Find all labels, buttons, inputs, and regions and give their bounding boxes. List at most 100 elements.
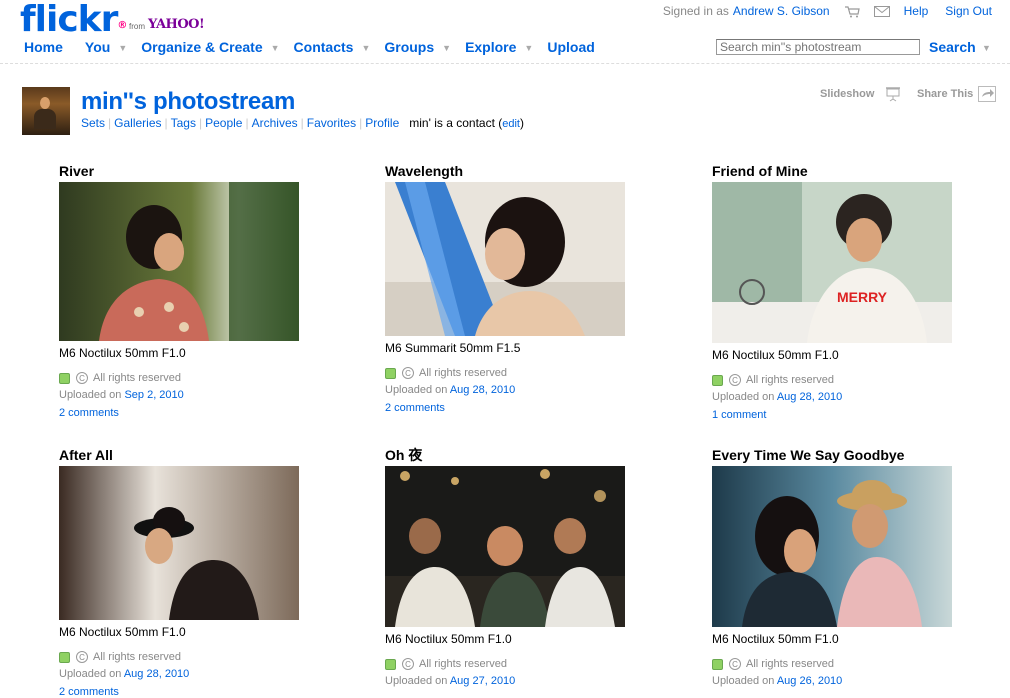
nav-upload[interactable]: Upload xyxy=(547,39,594,55)
license-info: C All rights reserved xyxy=(712,372,952,388)
contact-close: ) xyxy=(520,116,524,130)
photo-card: After All M6 Noctilux 50mm F1.0 C All rig… xyxy=(59,446,299,698)
cart-icon[interactable] xyxy=(844,5,860,17)
subnav-sets[interactable]: Sets xyxy=(81,116,105,130)
photo-title[interactable]: Every Time We Say Goodbye xyxy=(712,446,952,466)
photo-thumbnail[interactable]: MERRY xyxy=(712,182,952,343)
upload-date-link[interactable]: Sep 2, 2010 xyxy=(124,389,183,401)
license-status-icon xyxy=(712,658,723,670)
photo-thumbnail[interactable] xyxy=(59,466,299,620)
main-nav: Home You ▼ Organize & Create ▼ Contacts ▼ G… xyxy=(24,39,595,55)
license-info: C All rights reserved xyxy=(385,365,625,381)
photo-title[interactable]: After All xyxy=(59,446,299,466)
mail-icon[interactable] xyxy=(873,5,890,17)
nav-contacts[interactable]: Contacts ▼ xyxy=(294,39,385,55)
share-icon[interactable] xyxy=(978,86,996,102)
license-status-icon xyxy=(385,658,396,670)
photo-description: M6 Noctilux 50mm F1.0 xyxy=(59,625,186,639)
upload-date-link[interactable]: Aug 28, 2010 xyxy=(450,384,515,396)
license-info: C All rights reserved xyxy=(59,649,299,665)
svg-text:MERRY: MERRY xyxy=(837,289,888,305)
photo-description: M6 Noctilux 50mm F1.0 xyxy=(59,346,186,360)
license-text[interactable]: All rights reserved xyxy=(419,658,507,670)
help-link[interactable]: Help xyxy=(904,4,929,18)
sign-out-link[interactable]: Sign Out xyxy=(945,4,992,18)
upload-date-link[interactable]: Aug 28, 2010 xyxy=(777,391,842,403)
upload-info: Uploaded on Aug 26, 2010 xyxy=(712,675,952,690)
copyright-icon: C xyxy=(76,651,88,663)
comments-link[interactable]: 2 comments xyxy=(385,402,625,414)
license-text[interactable]: All rights reserved xyxy=(419,367,507,379)
upload-label: Uploaded on xyxy=(59,668,122,680)
license-text[interactable]: All rights reserved xyxy=(93,372,181,384)
chevron-down-icon[interactable]: ▼ xyxy=(361,43,370,53)
chevron-down-icon[interactable]: ▼ xyxy=(442,43,451,53)
search-button[interactable]: Search xyxy=(929,39,976,55)
nav-organize[interactable]: Organize & Create ▼ xyxy=(141,39,293,55)
copyright-icon: C xyxy=(402,367,414,379)
nav-home[interactable]: Home xyxy=(24,39,63,55)
photo-title[interactable]: River xyxy=(59,162,299,182)
license-info: C All rights reserved xyxy=(59,370,299,386)
share-link[interactable]: Share This xyxy=(917,88,973,100)
nav-you[interactable]: You ▼ xyxy=(85,39,141,55)
slideshow-icon[interactable] xyxy=(885,86,901,102)
comments-link[interactable]: 2 comments xyxy=(59,686,299,698)
photo-thumbnail[interactable] xyxy=(59,182,299,341)
subnav-profile[interactable]: Profile xyxy=(365,116,399,130)
upload-info: Uploaded on Aug 28, 2010 xyxy=(385,384,625,399)
license-text[interactable]: All rights reserved xyxy=(746,658,834,670)
yahoo-logo: YAHOO! xyxy=(148,17,205,32)
nav-you-label: You xyxy=(84,39,111,55)
nav-organize-label: Organize & Create xyxy=(141,39,263,55)
comments-link[interactable]: 1 comment xyxy=(712,409,952,421)
license-text[interactable]: All rights reserved xyxy=(93,651,181,663)
nav-groups[interactable]: Groups ▼ xyxy=(384,39,465,55)
subnav-people[interactable]: People xyxy=(205,116,242,130)
user-name-link[interactable]: Andrew S. Gibson xyxy=(733,4,830,18)
page-title[interactable]: min''s photostream xyxy=(81,88,295,116)
photo-title[interactable]: Oh 夜 xyxy=(385,446,625,466)
photo-card: Oh 夜 M6 Noctilux 50mm F1.0 C All rights r… xyxy=(385,446,625,690)
subnav-tags[interactable]: Tags xyxy=(171,116,196,130)
license-info: C All rights reserved xyxy=(712,656,952,672)
photo-card: River M6 Noctilux 50mm F1.0 C All rights … xyxy=(59,162,299,419)
chevron-down-icon[interactable]: ▼ xyxy=(982,43,991,53)
nav-upload-label: Upload xyxy=(547,39,595,55)
copyright-icon: C xyxy=(729,658,741,670)
photo-thumbnail[interactable] xyxy=(712,466,952,627)
photo-thumbnail[interactable] xyxy=(385,466,625,627)
photo-title[interactable]: Friend of Mine xyxy=(712,162,952,182)
chevron-down-icon[interactable]: ▼ xyxy=(524,43,533,53)
nav-contacts-label: Contacts xyxy=(293,39,354,55)
avatar[interactable] xyxy=(22,87,70,135)
flickr-logo[interactable]: flickr® xyxy=(20,0,127,40)
account-bar: Signed in as Andrew S. Gibson Help Sign … xyxy=(663,4,992,18)
upload-date-link[interactable]: Aug 27, 2010 xyxy=(450,675,515,687)
subnav-archives[interactable]: Archives xyxy=(252,116,298,130)
upload-date-link[interactable]: Aug 26, 2010 xyxy=(777,675,842,687)
nav-home-label: Home xyxy=(24,39,63,55)
upload-date-link[interactable]: Aug 28, 2010 xyxy=(124,668,189,680)
copyright-icon: C xyxy=(729,374,741,386)
license-status-icon xyxy=(385,367,396,379)
upload-info: Uploaded on Sep 2, 2010 xyxy=(59,389,299,404)
nav-explore[interactable]: Explore ▼ xyxy=(465,39,547,55)
photo-thumbnail[interactable] xyxy=(385,182,625,336)
search-input[interactable] xyxy=(716,39,920,55)
chevron-down-icon[interactable]: ▼ xyxy=(271,43,280,53)
license-status-icon xyxy=(59,372,70,384)
header-divider xyxy=(0,63,1010,64)
photo-title[interactable]: Wavelength xyxy=(385,162,625,182)
upload-info: Uploaded on Aug 27, 2010 xyxy=(385,675,625,690)
upload-info: Uploaded on Aug 28, 2010 xyxy=(59,668,299,683)
comments-link[interactable]: 2 comments xyxy=(59,407,299,419)
photo-card: Friend of Mine MERRY M6 Noctilux 50mm F1… xyxy=(712,162,952,421)
subnav-galleries[interactable]: Galleries xyxy=(114,116,161,130)
license-text[interactable]: All rights reserved xyxy=(746,374,834,386)
slideshow-link[interactable]: Slideshow xyxy=(820,88,874,100)
photo-description: M6 Noctilux 50mm F1.0 xyxy=(712,632,839,646)
edit-contact-link[interactable]: edit xyxy=(502,118,520,130)
subnav-favorites[interactable]: Favorites xyxy=(307,116,356,130)
chevron-down-icon[interactable]: ▼ xyxy=(118,43,127,53)
